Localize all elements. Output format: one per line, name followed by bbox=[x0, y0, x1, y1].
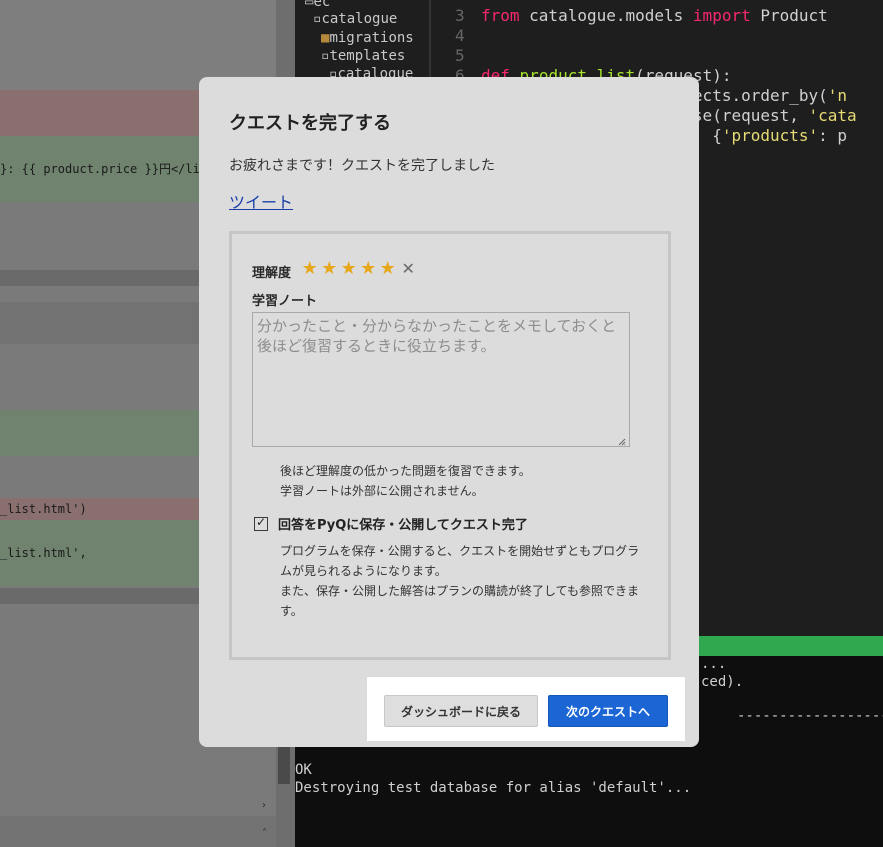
completion-message: お疲れさまです！クエストを完了しました bbox=[229, 158, 495, 174]
tree-item[interactable]: ■migrations bbox=[321, 30, 414, 46]
rating-label: 理解度 bbox=[252, 266, 292, 281]
diff-footer bbox=[0, 816, 276, 847]
next-quest-button[interactable]: 次のクエストへ bbox=[548, 695, 668, 727]
publish-checkbox-row[interactable]: ✓ 回答をPyQに保存・公開してクエスト完了 bbox=[254, 514, 528, 533]
star-icon[interactable]: ★ bbox=[320, 258, 340, 279]
publish-description: プログラムを保存・公開すると、クエストを開始せずともプログラ ムが見られるように… bbox=[280, 544, 640, 618]
publish-label[interactable]: 回答をPyQに保存・公開してクエスト完了 bbox=[278, 514, 528, 533]
feedback-box: 理解度 ★ ★ ★ ★ ★ ✕ 学習ノート 後ほど理解度の低かった問題を復習でき… bbox=[229, 231, 671, 660]
note-label: 学習ノート bbox=[252, 294, 318, 309]
tree-item[interactable]: ▭ec bbox=[305, 0, 330, 10]
back-to-dashboard-button[interactable]: ダッシュボードに戻る bbox=[384, 695, 538, 727]
diff-line: _list.html') bbox=[0, 502, 87, 516]
star-icon[interactable]: ★ bbox=[378, 258, 398, 279]
diff-line: _list.html', bbox=[0, 546, 87, 560]
chevron-up-icon[interactable]: ˄ bbox=[262, 828, 267, 839]
rating-stars: ★ ★ ★ ★ ★ ✕ bbox=[300, 258, 415, 279]
note-help: 後ほど理解度の低かった問題を復習できます。 学習ノートは外部に公開されません。 bbox=[280, 464, 531, 498]
close-icon[interactable]: ✕ bbox=[402, 259, 415, 278]
learning-note-textarea[interactable] bbox=[252, 312, 630, 447]
star-icon[interactable]: ★ bbox=[359, 258, 379, 279]
dialog-footer: ダッシュボードに戻る 次のクエストへ bbox=[367, 677, 685, 741]
code-line: from catalogue.models import Product bbox=[481, 6, 828, 25]
chevron-right-icon[interactable]: › bbox=[262, 800, 266, 811]
tweet-link[interactable]: ツイート bbox=[229, 189, 293, 213]
tree-item[interactable]: ▫catalogue bbox=[313, 11, 397, 27]
checkbox-icon[interactable]: ✓ bbox=[254, 515, 268, 531]
star-icon[interactable]: ★ bbox=[300, 258, 320, 279]
tree-item[interactable]: ▫templates bbox=[321, 48, 405, 64]
star-icon[interactable]: ★ bbox=[339, 258, 359, 279]
diff-line: }: {{ product.price }}円</li> bbox=[0, 162, 208, 176]
resize-grip-icon[interactable] bbox=[618, 438, 626, 446]
dialog-title: クエストを完了する bbox=[229, 113, 391, 134]
quest-complete-dialog: クエストを完了する お疲れさまです！クエストを完了しました ツイート 理解度 ★… bbox=[199, 77, 699, 747]
